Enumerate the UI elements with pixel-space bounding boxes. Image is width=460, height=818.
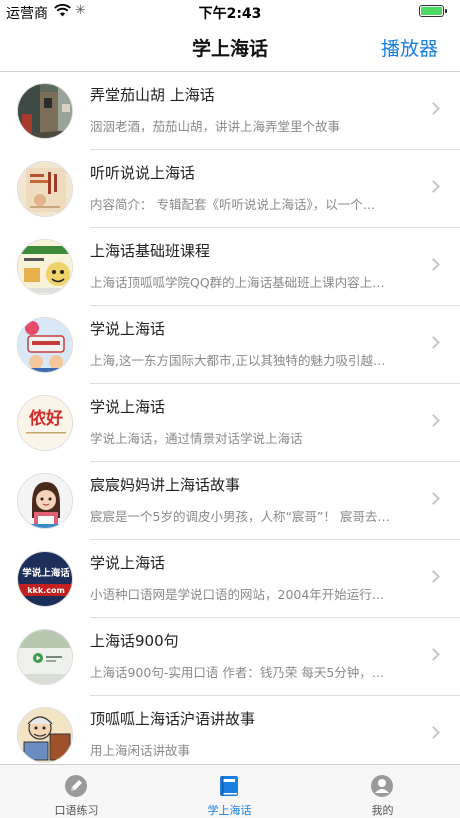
tab-bar: 口语练习 学上海话 我的 xyxy=(0,764,460,818)
item-subtitle: 宸宸是一个5岁的调皮小男孩，人称“宸哥”！ 宸哥去… xyxy=(90,509,390,524)
tab-learn-shanghainese[interactable]: 学上海话 xyxy=(153,765,306,818)
tab-label: 我的 xyxy=(371,804,394,817)
banner-thumbnail: 学说上海话 kkk.com xyxy=(17,551,73,607)
item-title: 顶呱呱上海话沪语讲故事 xyxy=(90,710,256,728)
chevron-right-icon xyxy=(427,570,440,583)
item-title: 上海话900句 xyxy=(90,632,179,650)
thumb-greeting-text: 侬好 xyxy=(29,408,63,429)
cartoon-thumbnail xyxy=(17,239,73,295)
list-item[interactable]: 上海话基础班课程 上海话顶呱呱学院QQ群的上海话基础班上课内容上… xyxy=(0,228,460,306)
chevron-right-icon xyxy=(427,102,440,115)
status-time: 下午2:43 xyxy=(198,6,262,22)
tab-oral-practice[interactable]: 口语练习 xyxy=(0,765,153,818)
list-item[interactable]: 听听说说上海话 内容简介： 专辑配套《听听说说上海话》，以一个… xyxy=(0,150,460,228)
book-cover-thumbnail xyxy=(17,317,73,373)
chevron-right-icon xyxy=(427,648,440,661)
girl-avatar-thumbnail xyxy=(17,473,73,529)
list-item[interactable]: 宸宸妈妈讲上海话故事 宸宸是一个5岁的调皮小男孩，人称“宸哥”！ 宸哥去… xyxy=(0,462,460,540)
comic-thumbnail xyxy=(17,707,73,763)
person-icon xyxy=(370,774,394,798)
item-subtitle: 小语种口语网是学说口语的网站，2004年开始运行… xyxy=(90,587,385,602)
player-button[interactable]: 播放器 xyxy=(381,34,438,61)
tab-label: 学上海话 xyxy=(207,804,252,817)
book-cover-thumbnail xyxy=(17,161,73,217)
battery-icon xyxy=(419,5,447,17)
chevron-right-icon xyxy=(427,492,440,505)
book-icon xyxy=(217,774,241,798)
item-title: 弄堂茄山胡 上海话 xyxy=(90,86,215,104)
item-subtitle: 学说上海话，通过情景对话学说上海话 xyxy=(90,431,303,446)
list-item[interactable]: 弄堂茄山胡 上海话 洇洇老酒，茄茄山胡，讲讲上海弄堂里个故事 xyxy=(0,72,460,150)
item-subtitle: 上海,这一东方国际大都市,正以其独特的魅力吸引越… xyxy=(90,353,386,368)
item-title: 学说上海话 xyxy=(90,320,166,338)
list-item[interactable]: 学说上海话 kkk.com 学说上海话 小语种口语网是学说口语的网站，2004年… xyxy=(0,540,460,618)
item-subtitle: 上海话900句-实用口语 作者：钱乃荣 每天5分钟，… xyxy=(90,665,385,680)
status-bar: 运营商 ✳ 下午2:43 xyxy=(0,0,460,22)
list-item[interactable]: 侬好 学说上海话 学说上海话，通过情景对话学说上海话 xyxy=(0,384,460,462)
item-subtitle: 用上海闲话讲故事 xyxy=(90,743,191,758)
item-title: 宸宸妈妈讲上海话故事 xyxy=(90,476,241,494)
list-item[interactable]: 学说上海话 上海,这一东方国际大都市,正以其独特的魅力吸引越… xyxy=(0,306,460,384)
tab-label: 口语练习 xyxy=(54,804,99,817)
list-item[interactable]: 顶呱呱上海话沪语讲故事 用上海闲话讲故事 xyxy=(0,696,460,774)
thumb-banner-text: 学说上海话 xyxy=(22,567,70,579)
item-title: 听听说说上海话 xyxy=(90,164,196,182)
item-subtitle: 内容简介： 专辑配套《听听说说上海话》，以一个… xyxy=(90,197,376,212)
navigation-bar: 学上海话 播放器 xyxy=(0,22,460,72)
item-subtitle: 洇洇老酒，茄茄山胡，讲讲上海弄堂里个故事 xyxy=(90,119,341,134)
chevron-right-icon xyxy=(427,414,440,427)
item-title: 上海话基础班课程 xyxy=(90,242,211,260)
item-subtitle: 上海话顶呱呱学院QQ群的上海话基础班上课内容上… xyxy=(90,275,385,290)
pencil-icon xyxy=(64,774,88,798)
play-thumbnail xyxy=(17,629,73,685)
greeting-text-thumbnail: 侬好 xyxy=(17,395,73,451)
chevron-right-icon xyxy=(427,258,440,271)
chevron-right-icon xyxy=(427,726,440,739)
course-list: 弄堂茄山胡 上海话 洇洇老酒，茄茄山胡，讲讲上海弄堂里个故事 听听说说上海话 内… xyxy=(0,72,460,774)
list-item[interactable]: 上海话900句 上海话900句-实用口语 作者：钱乃荣 每天5分钟，… xyxy=(0,618,460,696)
chevron-right-icon xyxy=(427,180,440,193)
alley-photo-thumbnail xyxy=(17,83,73,139)
chevron-right-icon xyxy=(427,336,440,349)
item-title: 学说上海话 xyxy=(90,554,166,572)
item-title: 学说上海话 xyxy=(90,398,166,416)
tab-mine[interactable]: 我的 xyxy=(306,765,459,818)
thumb-banner-url: kkk.com xyxy=(27,586,65,595)
